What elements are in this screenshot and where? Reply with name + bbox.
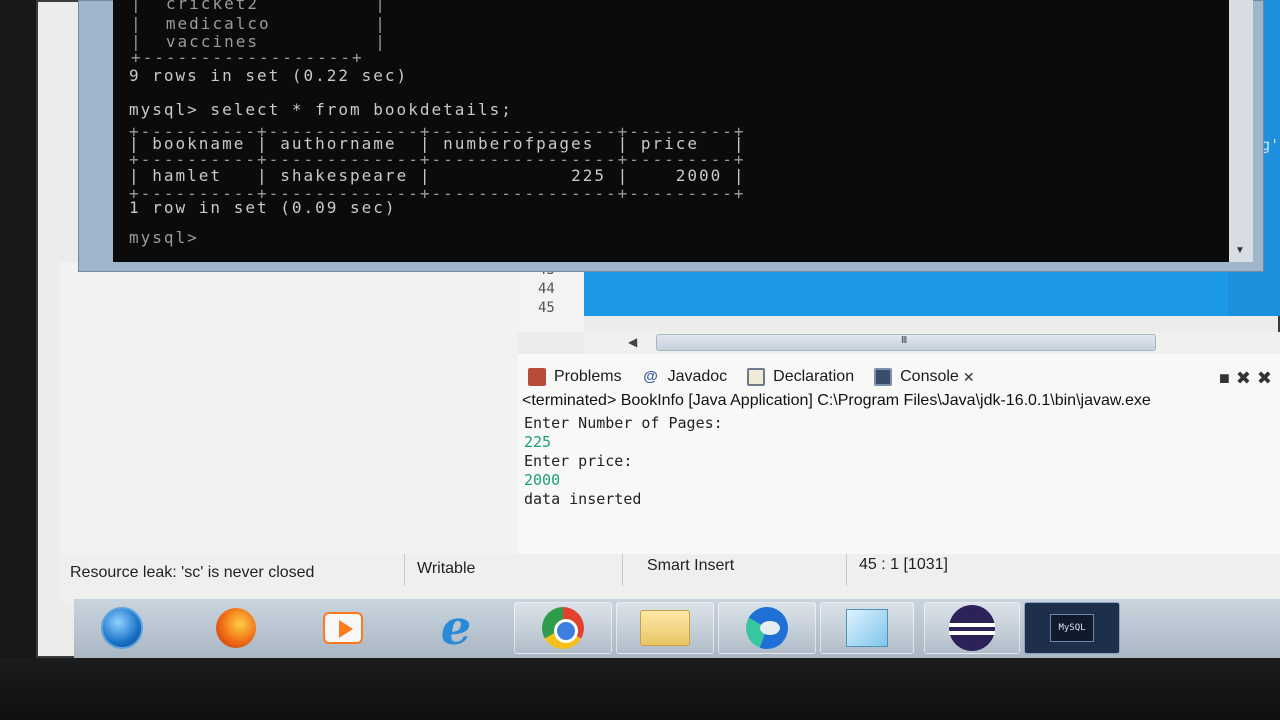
status-insert-mode: Smart Insert xyxy=(647,557,735,574)
scrollbar-thumb[interactable]: III xyxy=(656,334,1156,351)
console-output[interactable]: Enter Number of Pages: 225 Enter price: … xyxy=(524,414,723,509)
taskbar-eclipse[interactable] xyxy=(924,602,1020,654)
panel-toolbar: ■✖✖ xyxy=(1219,368,1278,389)
screen: 43 44 45 rong' ◀ III Problems @ Javadoc … xyxy=(36,0,1280,658)
scroll-left-icon[interactable]: ◀ xyxy=(628,335,637,349)
console-input-line: 2000 xyxy=(524,471,561,489)
cell-pages: 225 xyxy=(571,166,606,185)
firefox-icon xyxy=(216,608,256,648)
taskbar-mysql[interactable]: MySQL xyxy=(1024,602,1120,654)
folder-icon xyxy=(640,610,690,646)
taskbar-notes[interactable] xyxy=(820,602,914,654)
cell-authorname: shakespeare xyxy=(280,166,409,185)
taskbar-chrome[interactable] xyxy=(514,602,612,654)
status-divider xyxy=(404,554,405,586)
terminal-line: | medicalco | xyxy=(131,14,387,33)
tab-label: Console xyxy=(900,368,959,385)
windows-logo-icon xyxy=(101,607,143,649)
taskbar-file-explorer[interactable] xyxy=(616,602,714,654)
terminal-line: | cricket2 | xyxy=(131,0,387,13)
taskbar-edge[interactable] xyxy=(718,602,816,654)
monitor-bezel-bottom xyxy=(0,658,1280,720)
status-message: Resource leak: 'sc' is never closed xyxy=(70,564,315,581)
console-process-header: <terminated> BookInfo [Java Application]… xyxy=(522,392,1151,409)
db-name: medicalco xyxy=(165,14,271,33)
console-panel: Problems @ Javadoc Declaration Console ✕… xyxy=(518,354,1280,554)
start-button[interactable] xyxy=(84,602,160,654)
mysql-terminal[interactable]: | cricket2 | | medicalco | | vaccines | … xyxy=(113,0,1253,262)
remove-launch-icon[interactable]: ✖ xyxy=(1236,368,1257,388)
view-tabs: Problems @ Javadoc Declaration Console ✕ xyxy=(518,364,1280,390)
declaration-icon xyxy=(747,368,766,386)
console-line: data inserted xyxy=(524,490,642,508)
console-line: Enter Number of Pages: xyxy=(524,414,723,432)
horizontal-scrollbar[interactable]: ◀ III xyxy=(584,332,1280,354)
line-number-ruler: 43 44 45 xyxy=(518,262,584,332)
cell-bookname: hamlet xyxy=(152,166,223,185)
chrome-icon xyxy=(542,607,584,649)
db-name: cricket2 xyxy=(165,0,259,13)
mysql-icon: MySQL xyxy=(1050,614,1094,642)
console-input-line: 225 xyxy=(524,433,552,451)
editor-area[interactable] xyxy=(60,262,518,556)
taskbar-firefox[interactable] xyxy=(190,602,282,654)
console-line: Enter price: xyxy=(524,452,633,470)
problems-icon xyxy=(528,368,546,386)
editor-selection-highlight xyxy=(584,268,1280,316)
terminal-vertical-scrollbar[interactable]: ▼ xyxy=(1229,0,1253,262)
line-number: 45 xyxy=(538,300,555,316)
taskbar: e MySQL xyxy=(74,598,1280,658)
close-icon[interactable]: ✕ xyxy=(963,369,975,386)
terminal-query: mysql> select * from bookdetails; xyxy=(129,100,513,119)
taskbar-internet-explorer[interactable]: e xyxy=(412,600,500,656)
status-writable: Writable xyxy=(417,560,476,577)
status-divider xyxy=(846,554,847,586)
console-icon xyxy=(874,368,893,386)
media-player-icon xyxy=(323,612,363,644)
notes-icon xyxy=(846,609,888,647)
tab-javadoc[interactable]: @ Javadoc xyxy=(642,368,728,386)
table-row: | hamlet | shakespeare | 225 | 2000 | xyxy=(129,166,746,185)
terminal-footer: 9 rows in set (0.22 sec) xyxy=(129,66,409,85)
cell-price: 2000 xyxy=(675,166,723,185)
status-bar: Resource leak: 'sc' is never closed Writ… xyxy=(60,554,1280,604)
scroll-down-icon[interactable]: ▼ xyxy=(1235,245,1245,256)
javadoc-icon: @ xyxy=(643,368,658,385)
eclipse-icon xyxy=(949,605,995,651)
console-terminate-icon[interactable]: ■ xyxy=(1219,368,1236,388)
edge-icon xyxy=(746,607,788,649)
terminal-border: +------------------+ xyxy=(131,48,364,67)
tab-declaration[interactable]: Declaration xyxy=(747,368,854,386)
line-number: 44 xyxy=(538,281,555,297)
tab-problems[interactable]: Problems xyxy=(528,368,622,386)
internet-explorer-icon: e xyxy=(440,600,472,656)
monitor-bezel-left xyxy=(0,0,36,720)
tab-label: Problems xyxy=(554,368,622,385)
remove-all-icon[interactable]: ✖ xyxy=(1257,368,1278,388)
tab-label: Declaration xyxy=(773,368,855,385)
grip-icon: III xyxy=(901,335,907,346)
status-divider xyxy=(622,554,623,586)
tab-label: Javadoc xyxy=(667,368,728,385)
taskbar-media-player[interactable] xyxy=(300,602,386,654)
status-cursor-position: 45 : 1 [1031] xyxy=(859,556,948,573)
terminal-prompt: mysql> xyxy=(129,228,199,247)
tab-console[interactable]: Console ✕ xyxy=(874,368,975,386)
terminal-footer: 1 row in set (0.09 sec) xyxy=(129,198,397,217)
